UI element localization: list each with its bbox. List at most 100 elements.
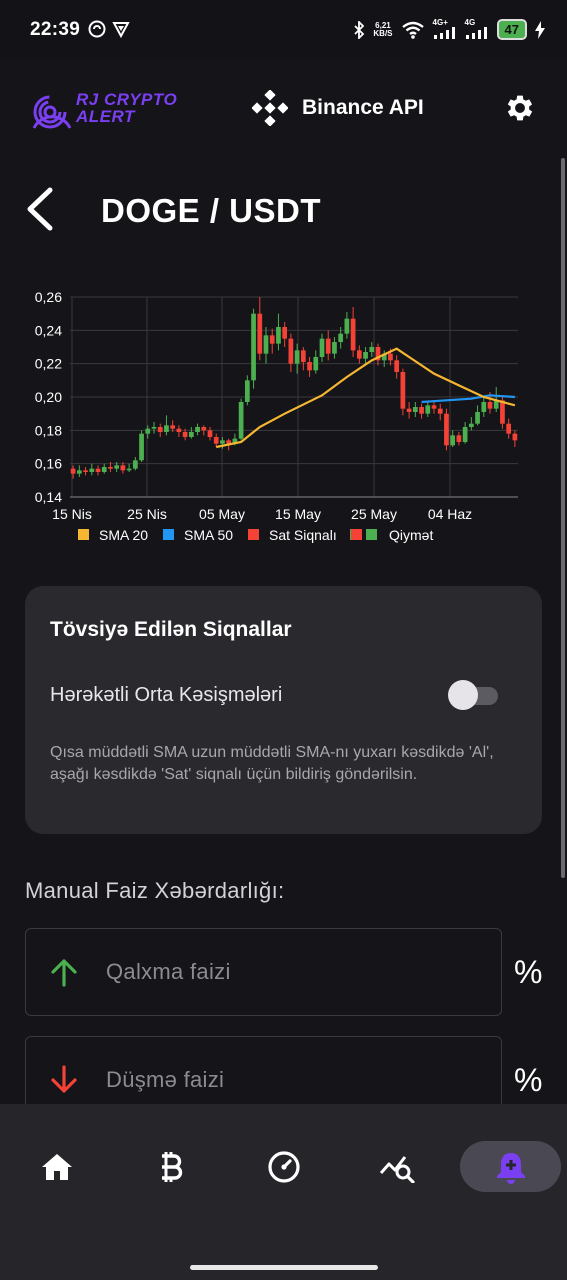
y-tick-label: 0,22 xyxy=(35,356,62,372)
candle-body xyxy=(369,347,375,352)
vpn-icon xyxy=(112,22,130,38)
candle-body xyxy=(450,435,456,446)
x-tick-label: 15 May xyxy=(275,506,321,522)
candle-body xyxy=(307,362,312,371)
exchange-label: Binance API xyxy=(302,96,424,119)
home-indicator[interactable] xyxy=(190,1265,378,1270)
signal-bars-icon xyxy=(465,27,487,39)
candle-body xyxy=(431,405,437,409)
arrow-up-icon xyxy=(51,959,77,987)
ma-cross-toggle[interactable] xyxy=(448,680,500,710)
candle-body xyxy=(263,335,269,354)
status-time: 22:39 xyxy=(30,19,81,40)
y-tick-label: 0,16 xyxy=(35,456,62,472)
candle-body xyxy=(500,400,505,424)
bitcoin-icon xyxy=(162,1152,183,1182)
app-header: RJ CRYPTO ALERT Binance API xyxy=(0,60,567,158)
candle-body xyxy=(76,470,82,474)
candle-body xyxy=(394,360,400,372)
candle-body xyxy=(126,468,132,471)
y-tick-label: 0,18 xyxy=(35,422,62,438)
x-tick-label: 25 May xyxy=(351,506,397,522)
candle-body xyxy=(462,427,468,442)
candle-body xyxy=(213,437,219,444)
sync-icon xyxy=(88,20,106,38)
nav-analysis[interactable] xyxy=(367,1144,427,1190)
toggle-knob xyxy=(448,680,478,710)
candle-body xyxy=(332,342,337,354)
candle-body xyxy=(220,440,225,444)
candle-body xyxy=(238,402,244,439)
gear-icon[interactable] xyxy=(503,91,537,125)
candle-body xyxy=(176,428,182,432)
candle-body xyxy=(425,405,431,414)
candle-body xyxy=(89,468,95,472)
app-logo: RJ CRYPTO ALERT xyxy=(28,88,188,132)
candle-body xyxy=(506,423,512,434)
candle-body xyxy=(412,407,418,412)
candle-body xyxy=(363,352,368,359)
candle-body xyxy=(456,435,462,442)
candle-body xyxy=(282,327,288,339)
bluetooth-icon xyxy=(354,20,365,39)
x-tick-label: 25 Nis xyxy=(127,506,167,522)
candle-body xyxy=(170,425,176,429)
nav-home[interactable] xyxy=(27,1144,87,1190)
legend-swatch xyxy=(248,529,259,540)
candle-body xyxy=(120,465,126,471)
nav-markets[interactable] xyxy=(141,1144,201,1190)
y-tick-label: 0,24 xyxy=(35,322,62,338)
rise-percent-input[interactable] xyxy=(106,955,466,989)
arrow-down-icon xyxy=(51,1065,77,1093)
candle-body xyxy=(132,460,138,469)
chart-search-icon xyxy=(379,1156,415,1183)
home-icon xyxy=(42,1154,72,1180)
candle-body xyxy=(83,470,88,472)
fall-percent-field[interactable] xyxy=(25,1036,502,1104)
candle-body xyxy=(182,432,188,437)
signal-label-1: 4G+ xyxy=(432,18,448,27)
signal-bars-icon xyxy=(433,27,455,39)
candle-body xyxy=(406,408,412,412)
candle-body xyxy=(481,402,487,412)
fall-percent-input[interactable] xyxy=(106,1063,466,1097)
candle-body xyxy=(151,427,157,429)
candle-body xyxy=(251,313,256,381)
nav-alerts[interactable] xyxy=(481,1144,541,1190)
candle-body xyxy=(325,338,331,354)
main-content[interactable]: DOGE / USDT 0,26 0,24 0,22 0,20 0,18 0,16 0,14… xyxy=(0,158,567,1104)
candle-body xyxy=(300,350,306,362)
candle-body xyxy=(195,427,200,432)
nav-dashboard[interactable] xyxy=(254,1144,314,1190)
candle-body xyxy=(419,407,424,414)
y-tick-label: 0,14 xyxy=(35,489,62,505)
candle-body xyxy=(344,318,350,334)
rise-percent-field[interactable] xyxy=(25,928,502,1016)
legend-swatch xyxy=(163,529,174,540)
candle-body xyxy=(468,423,474,427)
y-tick-label: 0,20 xyxy=(35,389,62,405)
alarm-bell-add-icon xyxy=(497,1153,525,1184)
back-arrow-icon[interactable] xyxy=(22,186,58,232)
price-chart[interactable]: 0,26 0,24 0,22 0,20 0,18 0,16 0,1415 Nis 25 Nis… xyxy=(0,278,567,548)
candle-body xyxy=(350,318,356,351)
y-tick-label: 0,26 xyxy=(35,289,62,305)
signal-waves-logo-icon xyxy=(32,95,72,129)
candle-body xyxy=(207,430,213,437)
candle-body xyxy=(276,327,281,344)
candle-body xyxy=(139,433,144,461)
recommended-signals-card: Tövsiyə Edilən Siqnallar Hərəkətli Orta … xyxy=(25,586,542,834)
wifi-icon xyxy=(401,21,424,39)
legend-swatch xyxy=(78,529,89,540)
logo-line2: ALERT xyxy=(76,107,135,126)
candle-body xyxy=(388,353,393,361)
exchange-selector[interactable]: Binance API xyxy=(252,90,424,126)
logo-line1: RJ CRYPTO xyxy=(76,90,178,109)
candle-body xyxy=(70,468,76,474)
x-tick-label: 05 May xyxy=(199,506,245,522)
candle-body xyxy=(101,467,107,472)
manual-alert-title: Manual Faiz Xəbərdarlığı: xyxy=(25,878,285,903)
page-title: DOGE / USDT xyxy=(101,192,322,229)
candle-body xyxy=(145,428,151,434)
candle-body xyxy=(188,432,194,437)
